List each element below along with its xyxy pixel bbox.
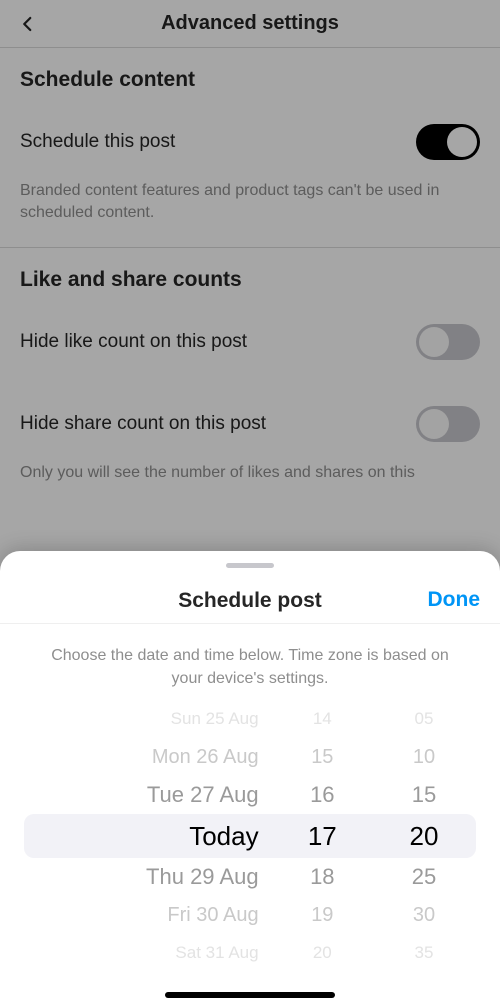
picker-hour-option[interactable]: 18 — [310, 858, 334, 896]
picker-minute-option[interactable]: 35 — [415, 934, 434, 966]
picker-minute-column[interactable]: 05 10 15 20 25 30 35 — [372, 706, 476, 966]
datetime-picker: Sun 25 Aug Mon 26 Aug Tue 27 Aug Today T… — [24, 706, 476, 966]
schedule-post-sheet: Schedule post Done Choose the date and t… — [0, 551, 500, 1006]
home-indicator[interactable] — [165, 992, 335, 998]
picker-hour-option[interactable]: 16 — [310, 776, 334, 814]
picker-hour-column[interactable]: 14 15 16 17 18 19 20 — [273, 706, 372, 966]
sheet-description: Choose the date and time below. Time zon… — [0, 624, 500, 706]
picker-minute-option[interactable]: 25 — [412, 858, 436, 896]
picker-minute-option[interactable]: 15 — [412, 776, 436, 814]
done-button[interactable]: Done — [428, 588, 481, 612]
picker-hour-option[interactable]: 19 — [311, 896, 333, 934]
picker-minute-option[interactable]: 05 — [415, 706, 434, 738]
sheet-header: Schedule post Done — [0, 580, 500, 624]
picker-date-selected[interactable]: Today — [189, 814, 258, 858]
picker-date-option[interactable]: Thu 29 Aug — [146, 858, 259, 896]
picker-date-option[interactable]: Fri 30 Aug — [167, 896, 258, 934]
picker-minute-option[interactable]: 10 — [413, 738, 435, 776]
sheet-grabber[interactable] — [226, 563, 274, 568]
picker-date-column[interactable]: Sun 25 Aug Mon 26 Aug Tue 27 Aug Today T… — [24, 706, 273, 966]
picker-minute-option[interactable]: 30 — [413, 896, 435, 934]
picker-date-option[interactable]: Tue 27 Aug — [147, 776, 259, 814]
picker-date-option[interactable]: Sat 31 Aug — [175, 934, 258, 966]
picker-hour-option[interactable]: 14 — [313, 706, 332, 738]
picker-date-option[interactable]: Mon 26 Aug — [152, 738, 259, 776]
picker-hour-selected[interactable]: 17 — [308, 814, 337, 858]
picker-minute-selected[interactable]: 20 — [410, 814, 439, 858]
picker-hour-option[interactable]: 15 — [311, 738, 333, 776]
picker-hour-option[interactable]: 20 — [313, 934, 332, 966]
sheet-title: Schedule post — [178, 589, 322, 613]
picker-date-option[interactable]: Sun 25 Aug — [171, 706, 259, 738]
